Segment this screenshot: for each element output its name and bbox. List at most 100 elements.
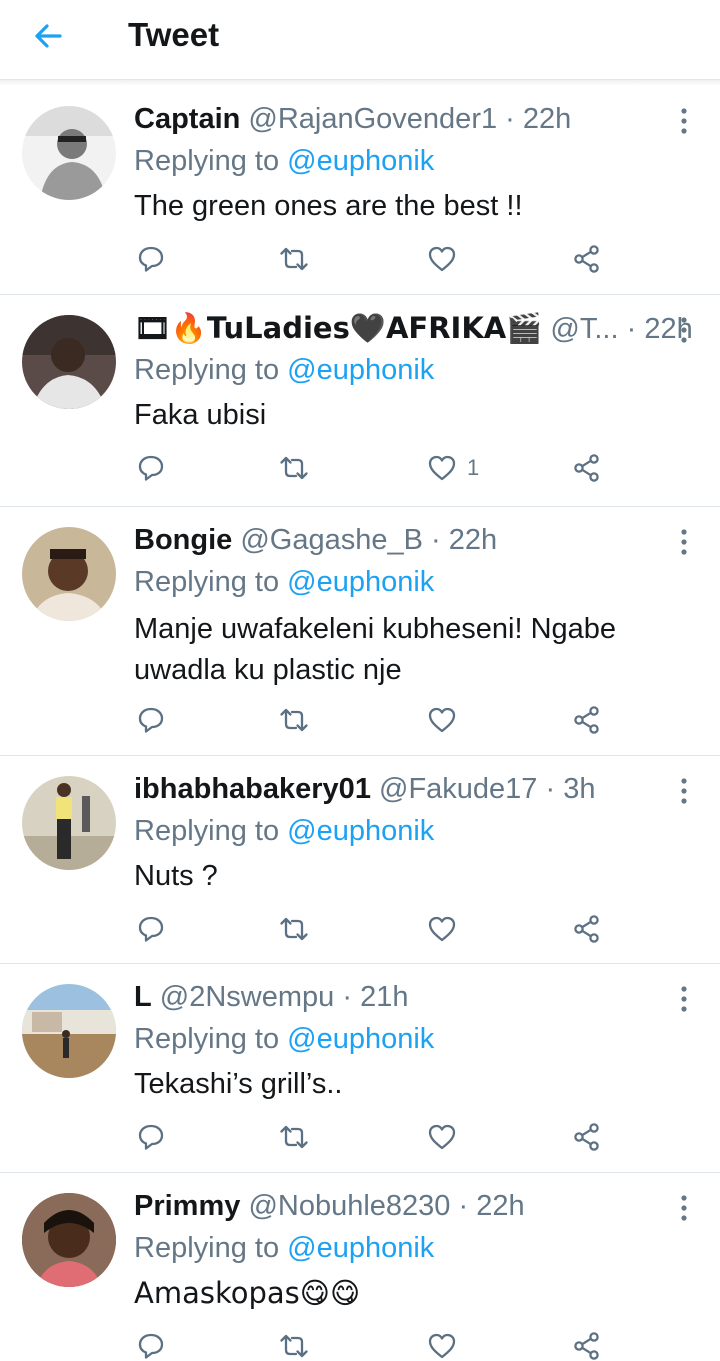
tweet-actions — [134, 242, 614, 276]
retweet-button[interactable] — [279, 912, 309, 946]
tweet-item[interactable]: Primmy @Nobuhle8230 · 22h Replying to @e… — [0, 1173, 720, 1361]
replying-to-label: Replying to — [134, 1232, 280, 1264]
mention-link[interactable]: @euphonik — [287, 145, 434, 177]
handle[interactable]: @Fakude17 — [379, 773, 537, 805]
share-button[interactable] — [572, 912, 602, 946]
tweet-text: Tekashi’s grill’s.. — [134, 1068, 343, 1100]
reply-icon — [136, 914, 166, 944]
tweet-actions — [134, 912, 614, 946]
display-name[interactable]: Primmy — [134, 1190, 240, 1222]
display-name[interactable]: L — [134, 981, 152, 1013]
more-vertical-icon[interactable] — [672, 527, 696, 557]
page-title: Tweet — [128, 16, 220, 53]
share-button[interactable] — [572, 242, 602, 276]
reply-icon — [136, 1122, 166, 1152]
display-name[interactable]: ibhabhabakery01 — [134, 773, 371, 805]
tweet-text: Nuts ? — [134, 860, 218, 892]
tweet-header: ibhabhabakery01 @Fakude17 · 3h — [134, 771, 596, 807]
retweet-icon — [279, 453, 309, 483]
handle[interactable]: @RajanGovender1 — [248, 103, 497, 135]
tweet-actions — [134, 1329, 614, 1361]
reply-button[interactable] — [136, 912, 166, 946]
separator: · — [458, 1190, 469, 1222]
like-button[interactable]: 1 — [427, 451, 479, 485]
like-button[interactable] — [427, 912, 467, 946]
tweet-item[interactable]: L @2Nswempu · 21h Replying to @euphonik … — [0, 964, 720, 1173]
like-button[interactable] — [427, 242, 467, 276]
avatar[interactable] — [22, 984, 116, 1078]
tweet-actions — [134, 1120, 614, 1154]
mention-link[interactable]: @euphonik — [287, 1232, 434, 1264]
mention-link[interactable]: @euphonik — [287, 1023, 434, 1055]
separator: · — [342, 981, 353, 1013]
retweet-button[interactable] — [279, 242, 309, 276]
display-name[interactable]: 🎞🔥TuLadies🖤AFRIKA🎬 — [134, 311, 542, 345]
separator: · — [505, 103, 515, 135]
reply-button[interactable] — [136, 1120, 166, 1154]
reply-button[interactable] — [136, 703, 166, 737]
reply-icon — [136, 1331, 166, 1361]
tweet-header: L @2Nswempu · 21h — [134, 979, 408, 1015]
mention-link[interactable]: @euphonik — [287, 815, 434, 847]
tweet-header: Captain @RajanGovender1 · 22h — [134, 101, 571, 137]
separator: · — [545, 773, 556, 805]
share-button[interactable] — [572, 1120, 602, 1154]
retweet-button[interactable] — [279, 1329, 309, 1361]
tweet-item[interactable]: Bongie @Gagashe_B · 22h Replying to @eup… — [0, 507, 720, 756]
replying-to: Replying to @euphonik — [134, 1021, 434, 1057]
tweet-text: Faka ubisi — [134, 399, 267, 431]
handle[interactable]: @2Nswempu — [160, 981, 335, 1013]
share-button[interactable] — [572, 451, 602, 485]
retweet-button[interactable] — [279, 451, 309, 485]
like-button[interactable] — [427, 703, 467, 737]
retweet-icon — [279, 705, 309, 735]
reply-button[interactable] — [136, 451, 166, 485]
avatar[interactable] — [22, 527, 116, 621]
more-vertical-icon[interactable] — [672, 106, 696, 136]
reply-icon — [136, 244, 166, 274]
reply-button[interactable] — [136, 1329, 166, 1361]
timestamp: 3h — [563, 773, 596, 805]
reply-icon — [136, 705, 166, 735]
retweet-icon — [279, 1331, 309, 1361]
like-count: 1 — [467, 455, 480, 480]
tweet-item[interactable]: 🎞🔥TuLadies🖤AFRIKA🎬 @T... · 22h Replying … — [0, 295, 720, 507]
display-name[interactable]: Bongie — [134, 524, 232, 556]
replying-to: Replying to @euphonik — [134, 1230, 434, 1266]
like-button[interactable] — [427, 1120, 467, 1154]
handle[interactable]: @T... — [550, 313, 618, 345]
heart-icon — [427, 1331, 457, 1361]
more-vertical-icon[interactable] — [672, 776, 696, 806]
back-arrow-icon[interactable] — [30, 18, 66, 54]
like-button[interactable] — [427, 1329, 467, 1361]
reply-button[interactable] — [136, 242, 166, 276]
avatar[interactable] — [22, 776, 116, 870]
replying-to: Replying to @euphonik — [134, 564, 434, 600]
share-button[interactable] — [572, 703, 602, 737]
avatar[interactable] — [22, 106, 116, 200]
more-vertical-icon[interactable] — [672, 984, 696, 1014]
replying-to: Replying to @euphonik — [134, 813, 434, 849]
timestamp: 22h — [476, 1190, 525, 1222]
timestamp: 21h — [360, 981, 409, 1013]
retweet-button[interactable] — [279, 1120, 309, 1154]
avatar[interactable] — [22, 315, 116, 409]
tweet-item[interactable]: Captain @RajanGovender1 · 22h Replying t… — [0, 86, 720, 295]
mention-link[interactable]: @euphonik — [287, 354, 434, 386]
separator: · — [431, 524, 441, 556]
more-vertical-icon[interactable] — [672, 1193, 696, 1223]
retweet-icon — [279, 244, 309, 274]
display-name[interactable]: Captain — [134, 103, 240, 135]
handle[interactable]: @Gagashe_B — [240, 524, 423, 556]
mention-link[interactable]: @euphonik — [287, 566, 434, 598]
separator: · — [626, 313, 637, 345]
handle[interactable]: @Nobuhle8230 — [248, 1190, 450, 1222]
tweet-item[interactable]: ibhabhabakery01 @Fakude17 · 3h Replying … — [0, 756, 720, 964]
share-button[interactable] — [572, 1329, 602, 1361]
retweet-icon — [279, 914, 309, 944]
more-vertical-icon[interactable] — [672, 315, 696, 345]
retweet-button[interactable] — [279, 703, 309, 737]
heart-icon — [427, 244, 457, 274]
avatar[interactable] — [22, 1193, 116, 1287]
replying-to-label: Replying to — [134, 566, 280, 598]
